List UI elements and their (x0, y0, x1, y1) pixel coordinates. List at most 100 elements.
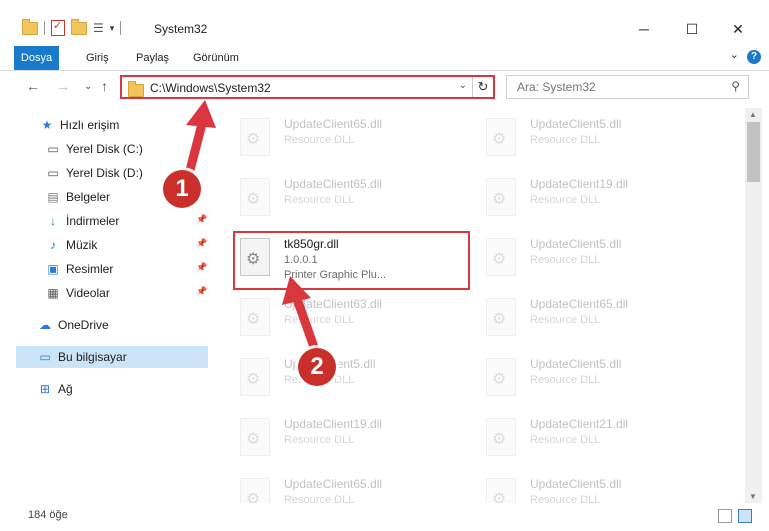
file-name: UpdateClient19.dll (530, 177, 629, 191)
file-tile[interactable]: UpdateClient19.dll Resource DLL (210, 410, 450, 462)
vertical-scrollbar[interactable]: ▲ ▼ (745, 108, 762, 503)
step-badge-2: 2 (298, 348, 336, 386)
file-tile[interactable]: UpdateClient65.dll Resource DLL (210, 110, 450, 162)
file-tile[interactable]: UpdateClient5.dll Resource DLL (456, 470, 696, 503)
file-description: Resource DLL (284, 194, 355, 206)
divider (120, 21, 122, 35)
dll-file-icon (486, 298, 516, 336)
details-view-button[interactable] (718, 509, 732, 523)
chevron-down-icon[interactable]: ⌄ (459, 80, 467, 91)
sidebar-item-disk-c[interactable]: ▭ Yerel Disk (C:) (46, 138, 143, 160)
scroll-up-icon[interactable]: ▲ (749, 110, 757, 119)
dll-file-icon (240, 178, 270, 216)
recent-locations-button[interactable]: ⌄ (84, 81, 92, 92)
file-description: Resource DLL (530, 434, 601, 446)
up-button[interactable]: ↑ (101, 78, 108, 94)
sidebar-item-label: Bu bilgisayar (58, 350, 127, 364)
sidebar-item-quick-access[interactable]: ★ Hızlı erişim (40, 114, 120, 136)
sidebar-item-label: İndirmeler (66, 214, 120, 228)
file-tile[interactable]: UpdateClient5.dll Resource DLL (456, 230, 696, 282)
address-path[interactable]: C:\Windows\System32 (150, 81, 271, 95)
search-input[interactable] (515, 79, 719, 95)
pin-icon[interactable]: 📌 (196, 262, 207, 273)
highlight-box (233, 231, 470, 290)
sidebar-item-disk-d[interactable]: ▭ Yerel Disk (D:) (46, 162, 143, 184)
expand-ribbon-icon[interactable]: ⌄ (730, 48, 739, 61)
dll-file-icon (486, 118, 516, 156)
sidebar-item-this-pc[interactable]: ▭ Bu bilgisayar (16, 346, 208, 368)
quick-access-toolbar: ☰ ▾ (22, 18, 122, 36)
tab-home[interactable]: Giriş (74, 46, 121, 70)
help-icon[interactable]: ? (747, 50, 761, 64)
file-tile[interactable]: UpdateClient21.dll Resource DLL (456, 410, 696, 462)
sidebar-item-documents[interactable]: ▤ Belgeler (46, 186, 110, 208)
dll-file-icon (486, 418, 516, 456)
file-description: Resource DLL (530, 494, 601, 503)
window-title: System32 (154, 22, 208, 36)
video-icon: ▦ (47, 286, 59, 300)
star-icon: ★ (41, 118, 53, 132)
file-description: Resource DLL (530, 134, 601, 146)
tab-share[interactable]: Paylaş (124, 46, 181, 70)
scrollbar-thumb[interactable] (747, 122, 760, 182)
file-tile[interactable]: UpdateClient5.dll Resource DLL (456, 110, 696, 162)
dll-file-icon (486, 178, 516, 216)
dll-file-icon (486, 478, 516, 503)
file-name: UpdateClient5.dll (530, 117, 622, 131)
sidebar-item-label: Ağ (58, 382, 73, 396)
chevron-down-icon[interactable]: ▾ (110, 23, 115, 34)
maximize-button[interactable]: ☐ (669, 14, 715, 44)
file-description: Resource DLL (530, 194, 601, 206)
sidebar-item-label: OneDrive (58, 318, 109, 332)
drive-icon: ▭ (47, 142, 59, 156)
minimize-button[interactable]: ─ (621, 14, 667, 44)
download-icon: ↓ (50, 214, 56, 228)
file-name: UpdateClient65.dll (284, 117, 383, 131)
sidebar-item-pictures[interactable]: ▣ Resimler (46, 258, 113, 280)
customize-toolbar-icon[interactable]: ☰ (93, 21, 104, 35)
network-icon: ⊞ (39, 382, 51, 396)
file-tile[interactable]: UpdateClient65.dll Resource DLL (210, 170, 450, 222)
sidebar-item-videos[interactable]: ▦ Videolar (46, 282, 110, 304)
file-description: Resource DLL (284, 494, 355, 503)
file-name: UpdateClient21.dll (530, 417, 629, 431)
file-name: UpdateClient65.dll (530, 297, 629, 311)
sidebar-item-label: Hızlı erişim (60, 118, 120, 132)
scroll-down-icon[interactable]: ▼ (749, 492, 757, 501)
dll-file-icon (486, 238, 516, 276)
address-bar[interactable]: C:\Windows\System32 ⌄ ↻ (120, 75, 495, 99)
music-icon: ♪ (50, 238, 56, 252)
sidebar-item-network[interactable]: ⊞ Ağ (38, 378, 73, 400)
file-description: Resource DLL (530, 314, 601, 326)
sidebar-item-onedrive[interactable]: ☁ OneDrive (38, 314, 109, 336)
documents-icon: ▤ (47, 190, 59, 204)
tiles-view-button[interactable] (738, 509, 752, 523)
pin-icon[interactable]: 📌 (196, 286, 207, 297)
pin-icon[interactable]: 📌 (196, 238, 207, 249)
folder-icon (128, 81, 144, 97)
forward-button[interactable]: → (56, 78, 70, 94)
file-tile[interactable]: UpdateClient63.dll Resource DLL (210, 290, 450, 342)
file-tile[interactable]: UpdateClient5.dll Resource DLL (456, 350, 696, 402)
search-box[interactable]: ⚲ (506, 75, 749, 99)
file-description: Resource DLL (284, 134, 355, 146)
back-button[interactable]: ← (26, 78, 40, 94)
computer-icon: ▭ (39, 350, 51, 364)
close-button[interactable]: ✕ (715, 14, 761, 44)
tab-view[interactable]: Görünüm (181, 46, 251, 70)
search-icon[interactable]: ⚲ (731, 79, 740, 93)
pin-icon[interactable]: 📌 (196, 214, 207, 225)
file-tile[interactable]: UpdateClient19.dll Resource DLL (456, 170, 696, 222)
tab-file[interactable]: Dosya (14, 46, 59, 70)
file-tile[interactable]: UpdateClient65.dll Resource DLL (210, 470, 450, 503)
sidebar-item-music[interactable]: ♪ Müzik (46, 234, 97, 256)
sidebar-item-label: Videolar (66, 286, 110, 300)
sidebar-item-downloads[interactable]: ↓ İndirmeler (46, 210, 119, 232)
new-folder-icon[interactable] (71, 18, 87, 35)
sidebar-item-label: Müzik (66, 238, 98, 252)
properties-icon[interactable] (51, 19, 65, 36)
refresh-button[interactable]: ↻ (472, 77, 493, 97)
file-description: Resource DLL (530, 374, 601, 386)
file-description: Resource DLL (530, 254, 601, 266)
file-tile[interactable]: UpdateClient65.dll Resource DLL (456, 290, 696, 342)
